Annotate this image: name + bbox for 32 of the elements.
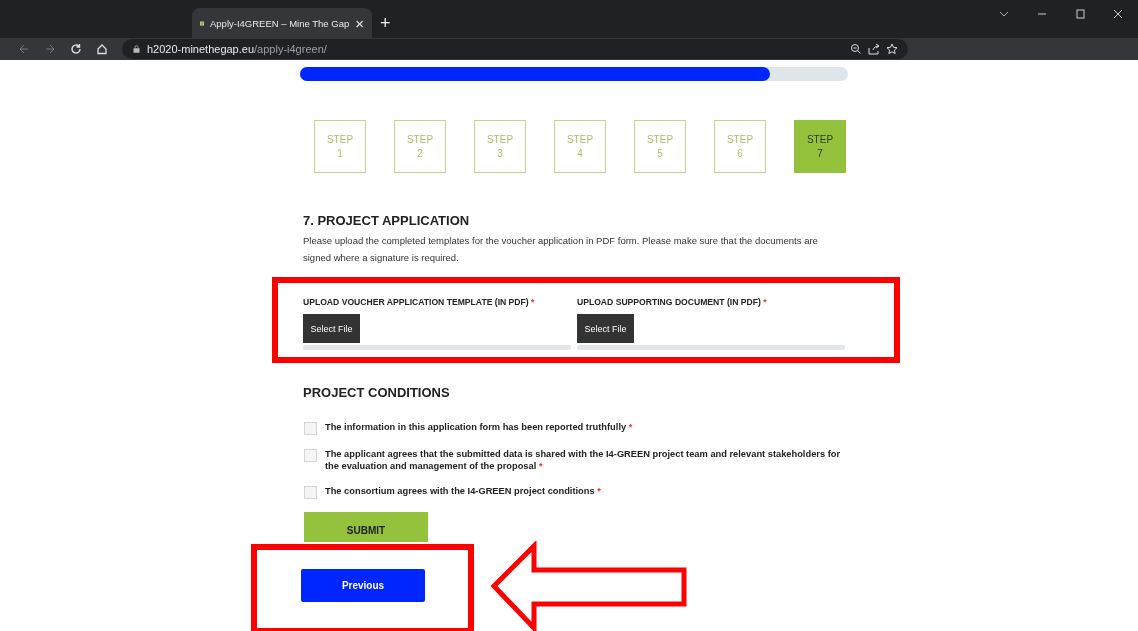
submit-button[interactable]: SUBMIT [304, 512, 428, 542]
checkbox[interactable] [304, 449, 317, 462]
browser-tab[interactable]: Apply-I4GREEN – Mine The Gap × [192, 8, 372, 38]
reload-icon[interactable] [70, 43, 82, 55]
condition-label: The consortium agrees with the I4-GREEN project conditions * [325, 485, 602, 497]
select-file-button[interactable]: Select File [577, 314, 634, 343]
checkbox[interactable] [304, 486, 317, 499]
close-icon[interactable] [1112, 8, 1124, 20]
url-text: h2020-minethegap.eu/apply-i4green/ [147, 43, 328, 55]
new-tab-button[interactable]: + [380, 13, 391, 34]
condition-label: The applicant agrees that the submitted data is shared with the I4-GREEN project team and relevant stakeholders for the evaluation and management of the proposal * [325, 448, 842, 472]
section-description: Please upload the completed templates for the voucher application in PDF form. Please make sure that the documents are signed where a signature is required. [303, 234, 819, 265]
close-tab-button[interactable]: × [355, 14, 364, 32]
upload-label: UPLOAD SUPPORTING DOCUMENT (IN PDF) * [577, 297, 767, 307]
upload-label: UPLOAD VOUCHER APPLICATION TEMPLATE (IN PDF) * [303, 297, 535, 307]
lock-icon [132, 43, 141, 55]
conditions-title: PROJECT CONDITIONS [303, 385, 451, 400]
section-title: 7. PROJECT APPLICATION [303, 213, 471, 228]
condition-label: The information in this application form has been reported truthfully * [325, 421, 634, 433]
forward-icon[interactable] [44, 43, 56, 55]
zoom-out-icon[interactable] [850, 43, 862, 55]
restore-icon[interactable] [1074, 8, 1086, 20]
previous-button[interactable]: Previous [301, 569, 425, 602]
home-icon[interactable] [96, 43, 108, 55]
star-icon[interactable] [886, 43, 898, 55]
select-file-button[interactable]: Select File [303, 314, 360, 343]
address-bar[interactable]: h2020-minethegap.eu/apply-i4green/ [122, 39, 908, 59]
back-icon[interactable] [18, 43, 30, 55]
step-tab[interactable]: STEP 7 [794, 120, 846, 173]
checkbox[interactable] [304, 422, 317, 435]
tab-title: Apply-I4GREEN – Mine The Gap [210, 17, 350, 29]
share-icon[interactable] [868, 43, 880, 55]
